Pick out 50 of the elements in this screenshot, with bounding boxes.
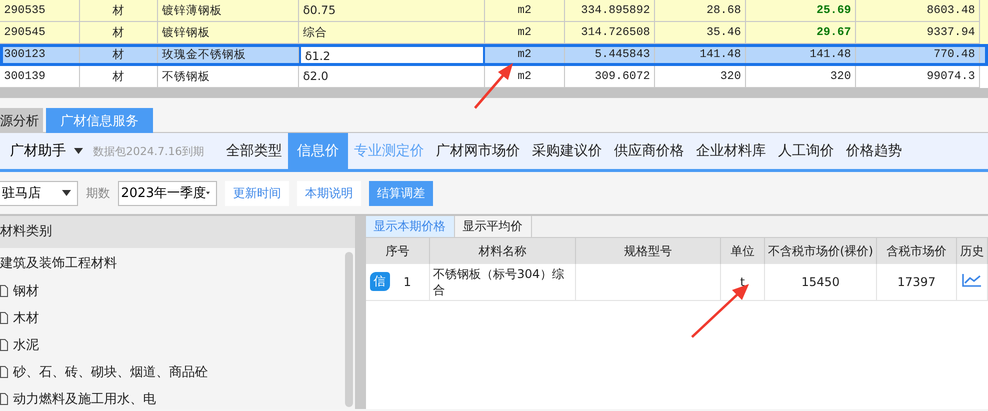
period-dropdown[interactable]: 2023年一季度 bbox=[118, 180, 217, 206]
splitter-bar[interactable] bbox=[0, 88, 988, 98]
document-icon bbox=[0, 284, 8, 296]
toolbar-button[interactable]: 更新时间 bbox=[225, 180, 289, 206]
price-tab[interactable]: 采购建议价 bbox=[526, 133, 608, 169]
price-tab[interactable]: 人工询价 bbox=[772, 133, 840, 169]
price-tab[interactable]: 价格趋势 bbox=[840, 133, 908, 169]
annotation-arrow bbox=[474, 63, 513, 109]
column-header: 序号 bbox=[366, 238, 430, 264]
table-cell: 不锈钢板（标号304）综合 bbox=[430, 264, 576, 300]
scrollbar[interactable] bbox=[344, 252, 353, 407]
table-cell: 17397 bbox=[876, 264, 956, 300]
tree-item[interactable]: 木材 bbox=[13, 308, 39, 326]
region-dropdown[interactable]: 驻马店 bbox=[0, 180, 78, 206]
table-cell: δ1.2 bbox=[299, 44, 485, 66]
annotation-arrow bbox=[691, 284, 749, 338]
tree-item[interactable]: 砂、石、砖、砌块、烟道、商品砼 bbox=[13, 362, 208, 380]
trend-chart-icon[interactable] bbox=[962, 273, 982, 288]
package-expiry: 数据包2024.7.16到期 bbox=[93, 144, 204, 158]
tab[interactable]: 源分析 bbox=[0, 108, 43, 133]
caret-icon bbox=[74, 148, 83, 154]
column-header: 单位 bbox=[720, 238, 764, 264]
caret-icon bbox=[206, 190, 210, 196]
tree-item[interactable]: 水泥 bbox=[13, 336, 39, 354]
toolbar-button[interactable]: 本期说明 bbox=[297, 180, 361, 206]
panel-header: 材料类别 bbox=[0, 216, 355, 248]
document-icon bbox=[0, 366, 8, 378]
price-tab[interactable]: 企业材料库 bbox=[690, 133, 772, 169]
splitter-bar[interactable] bbox=[354, 216, 366, 409]
table-cell: 15450 bbox=[764, 264, 876, 300]
info-badge: 信 bbox=[370, 272, 390, 292]
assistant-dropdown[interactable]: 广材助手 bbox=[10, 142, 83, 160]
column-header: 规格型号 bbox=[576, 238, 720, 264]
table-cell: 1 bbox=[404, 274, 412, 289]
document-icon bbox=[0, 312, 8, 324]
document-icon bbox=[0, 338, 8, 350]
column-header: 含税市场价 bbox=[876, 238, 956, 264]
price-tab[interactable]: 全部类型 bbox=[220, 133, 288, 169]
column-header: 材料名称 bbox=[430, 238, 576, 264]
tree-item[interactable]: 钢材 bbox=[13, 282, 39, 300]
document-icon bbox=[0, 392, 8, 404]
caret-icon bbox=[62, 190, 71, 196]
price-tab[interactable]: 供应商价格 bbox=[608, 133, 690, 169]
column-header: 历史 bbox=[956, 238, 988, 264]
column-header: 不含税市场价(裸价) bbox=[764, 238, 876, 264]
tree-item[interactable]: 动力燃料及施工用水、电 bbox=[13, 390, 156, 408]
price-tab[interactable]: 广材网市场价 bbox=[430, 133, 526, 169]
selected-row[interactable]: 300123 材 玫瑰金不锈钢板 δ1.2 m2 5.445843 141.48 141.48 770.48 bbox=[0, 44, 988, 66]
period-label: 期数 bbox=[86, 184, 110, 202]
tree-item[interactable]: 建筑及装饰工程材料 bbox=[0, 250, 355, 277]
